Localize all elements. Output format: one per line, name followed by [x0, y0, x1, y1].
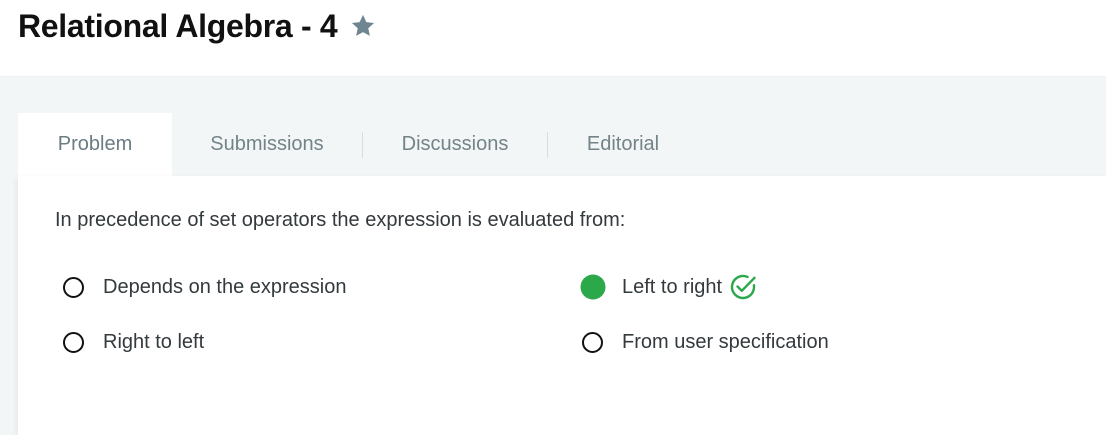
option-left-to-right[interactable]: Left to right: [580, 272, 758, 302]
radio-button[interactable]: [582, 331, 603, 353]
radio-button-selected[interactable]: [580, 274, 606, 300]
problem-panel: In precedence of set operators the expre…: [18, 176, 1106, 435]
star-icon[interactable]: [349, 12, 377, 40]
title-area: Relational Algebra - 4: [18, 6, 377, 46]
page-header: Relational Algebra - 4: [0, 0, 1106, 77]
tab-discussions[interactable]: Discussions: [363, 113, 547, 176]
radio-button[interactable]: [63, 331, 84, 353]
option-right-to-left[interactable]: Right to left: [63, 327, 204, 357]
option-from-user-specification[interactable]: From user specification: [582, 327, 829, 357]
tab-submissions[interactable]: Submissions: [172, 113, 362, 176]
tab-problem[interactable]: Problem: [18, 113, 172, 176]
option-label: From user specification: [622, 330, 829, 353]
option-label: Left to right: [622, 275, 723, 298]
option-label: Depends on the expression: [103, 275, 347, 298]
option-label: Right to left: [103, 330, 205, 353]
option-depends-on-expression[interactable]: Depends on the expression: [63, 272, 347, 302]
radio-button[interactable]: [63, 276, 84, 298]
check-circle-icon: [728, 272, 758, 302]
tab-editorial[interactable]: Editorial: [548, 113, 698, 176]
tab-bar: Problem Submissions Discussions Editoria…: [18, 113, 698, 176]
question-text: In precedence of set operators the expre…: [55, 209, 626, 231]
page-title: Relational Algebra - 4: [18, 7, 338, 44]
